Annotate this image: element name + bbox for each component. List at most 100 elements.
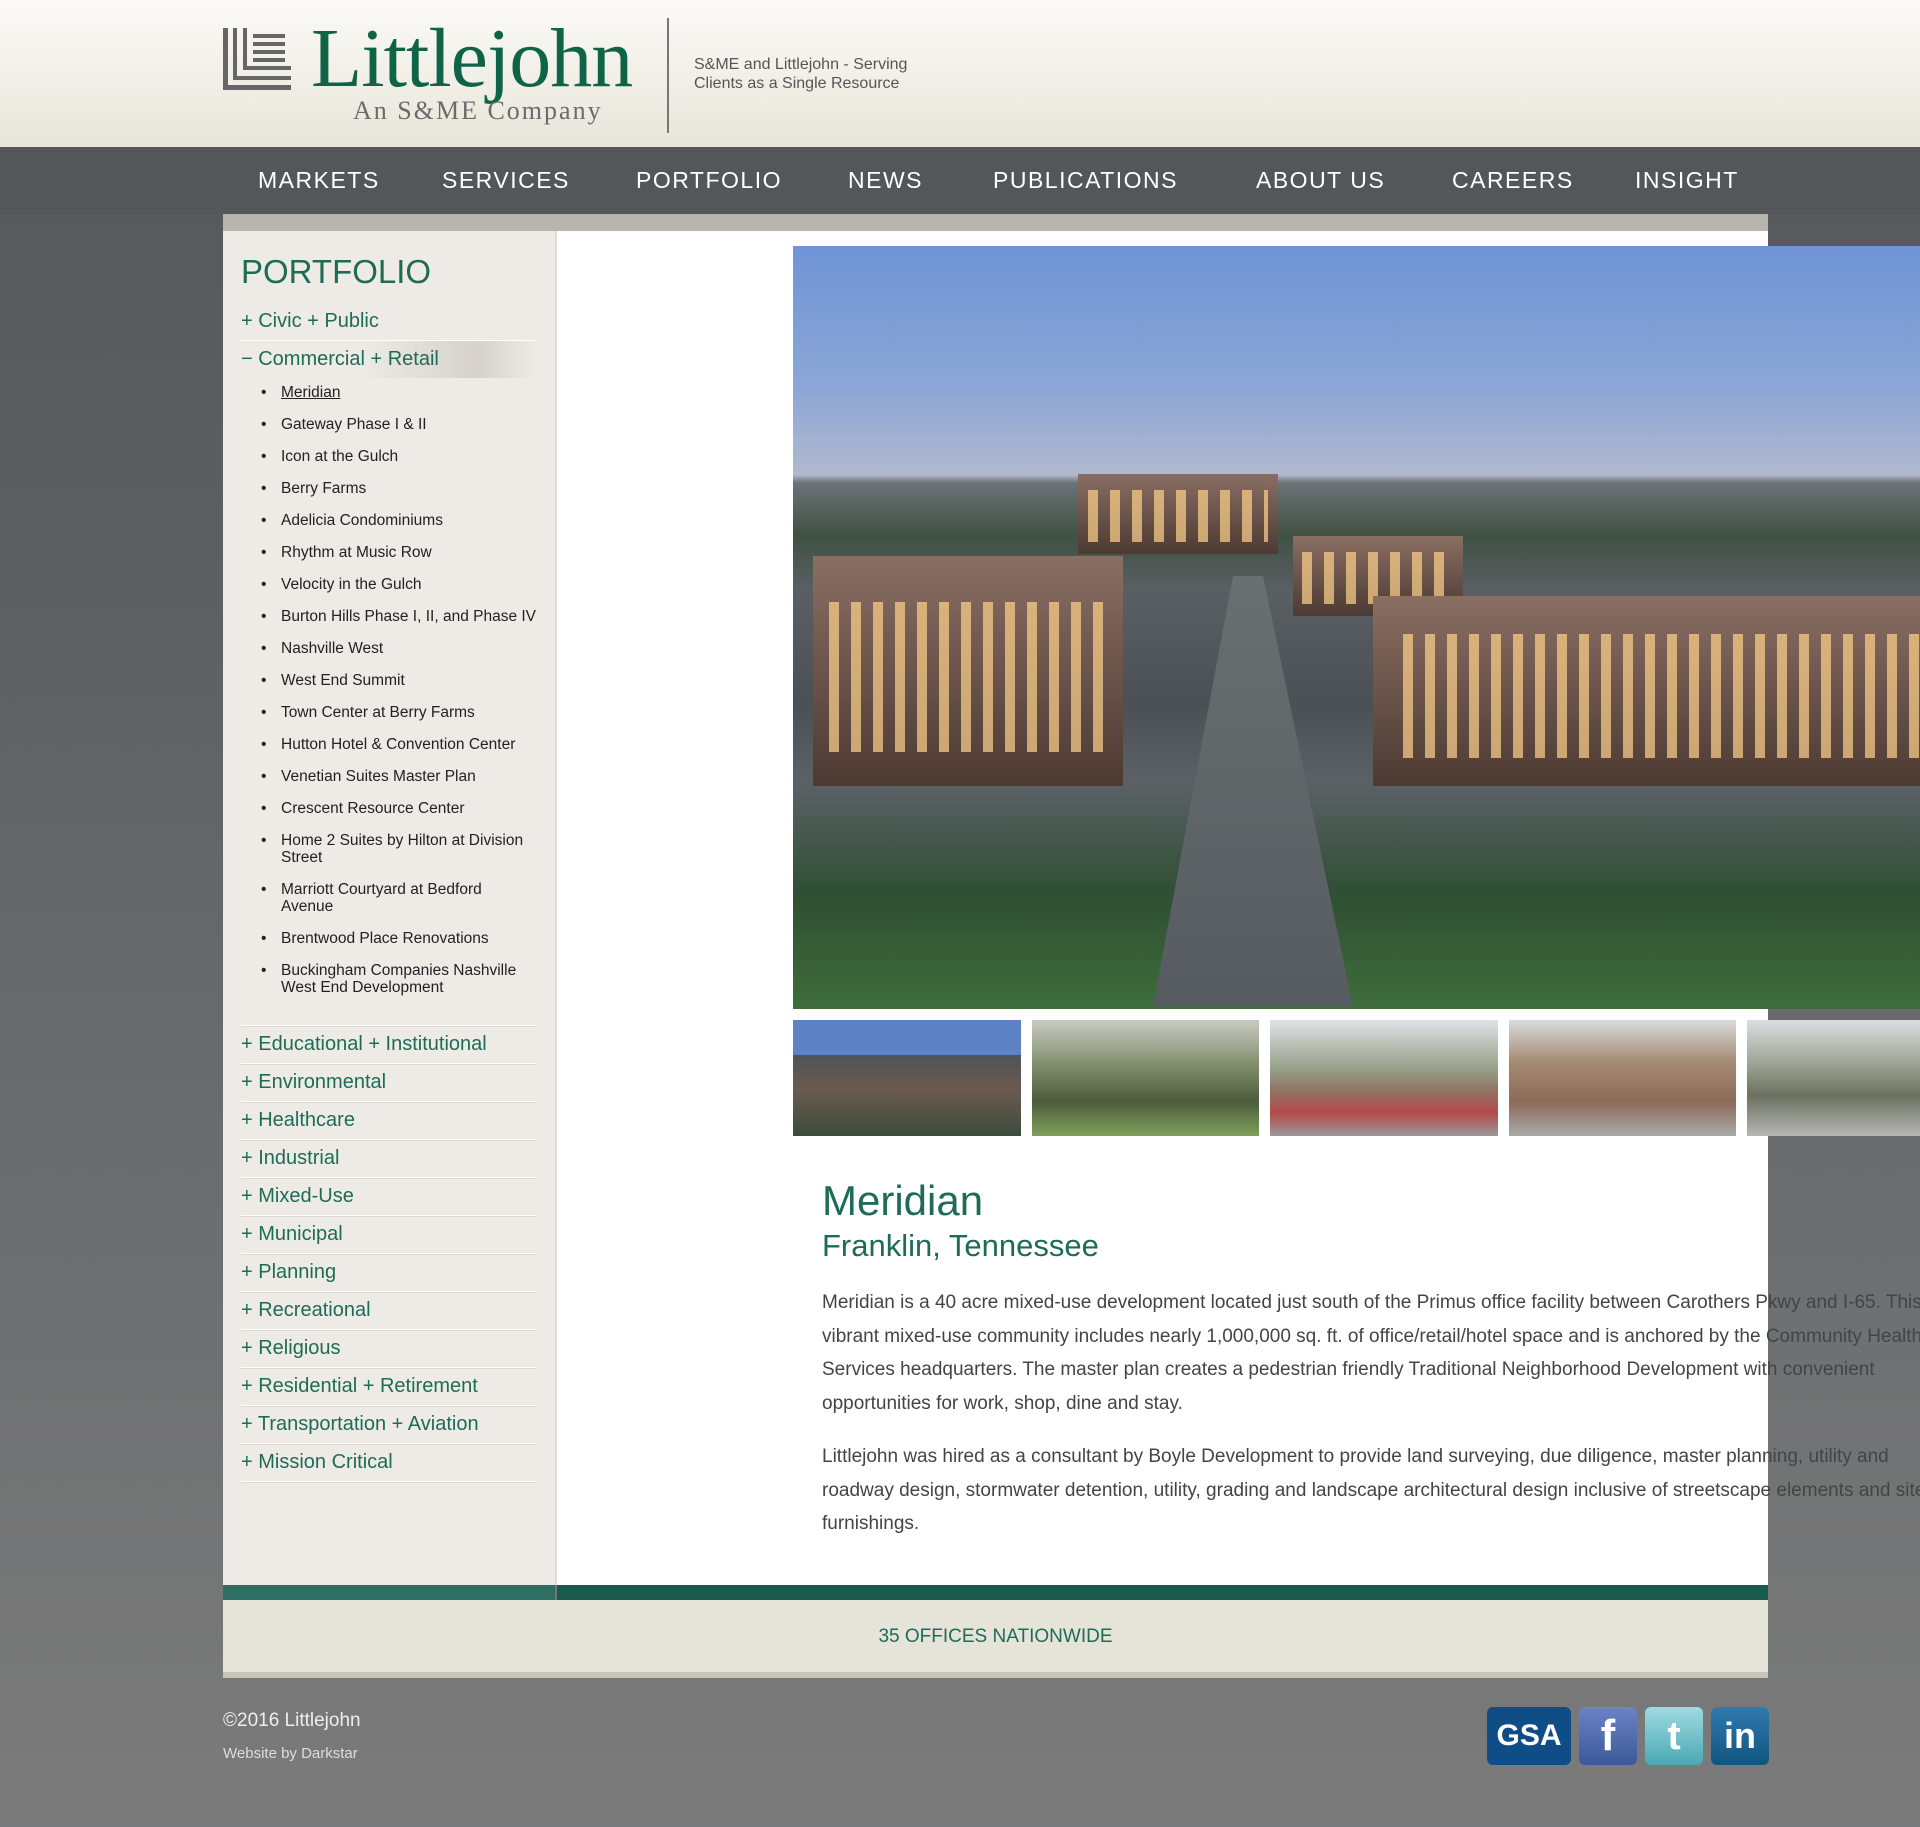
project-item: Icon at the Gulch bbox=[261, 448, 537, 465]
category-link[interactable]: + Healthcare bbox=[241, 1102, 537, 1139]
logo-mark-icon bbox=[223, 28, 291, 90]
category-link[interactable]: + Civic + Public bbox=[241, 303, 537, 340]
project-item: Buckingham Companies Nashville West End … bbox=[261, 962, 537, 996]
project-link[interactable]: Meridian bbox=[281, 384, 340, 401]
category-item: + Religious bbox=[241, 1330, 537, 1368]
project-item: Burton Hills Phase I, II, and Phase IV bbox=[261, 608, 537, 625]
category-item: − Commercial + Retail Meridian Gateway Pha… bbox=[241, 341, 537, 1026]
project-location: Franklin, Tennessee bbox=[822, 1228, 1099, 1263]
project-link[interactable]: Burton Hills Phase I, II, and Phase IV bbox=[281, 608, 536, 625]
category-item: + Civic + Public bbox=[241, 303, 537, 341]
category-link[interactable]: + Residential + Retirement bbox=[241, 1368, 537, 1405]
credit-prefix: Website by bbox=[223, 1745, 302, 1762]
category-item: + Transportation + Aviation bbox=[241, 1406, 537, 1444]
header-divider bbox=[667, 18, 669, 133]
project-link[interactable]: Home 2 Suites by Hilton at Division Stre… bbox=[281, 832, 523, 866]
nav-portfolio[interactable]: PORTFOLIO bbox=[636, 167, 782, 194]
project-link[interactable]: Icon at the Gulch bbox=[281, 448, 398, 465]
project-item: Venetian Suites Master Plan bbox=[261, 768, 537, 785]
category-item: + Recreational bbox=[241, 1292, 537, 1330]
project-item: West End Summit bbox=[261, 672, 537, 689]
main-content: Meridian Franklin, Tennessee Meridian is… bbox=[555, 231, 1920, 1585]
project-item: Velocity in the Gulch bbox=[261, 576, 537, 593]
category-link[interactable]: + Mixed-Use bbox=[241, 1178, 537, 1215]
category-link[interactable]: + Transportation + Aviation bbox=[241, 1406, 537, 1443]
category-item: + Residential + Retirement bbox=[241, 1368, 537, 1406]
nav-markets[interactable]: MARKETS bbox=[258, 167, 380, 194]
category-item: + Industrial bbox=[241, 1140, 537, 1178]
category-link[interactable]: + Environmental bbox=[241, 1064, 537, 1101]
twitter-icon[interactable]: t bbox=[1645, 1707, 1703, 1765]
project-link[interactable]: Venetian Suites Master Plan bbox=[281, 768, 476, 785]
category-link[interactable]: + Educational + Institutional bbox=[241, 1026, 537, 1063]
thumbnail[interactable] bbox=[1270, 1020, 1498, 1136]
logo[interactable]: Littlejohn An S&ME Company bbox=[223, 12, 653, 128]
category-link[interactable]: + Mission Critical bbox=[241, 1444, 537, 1481]
copyright: ©2016 Littlejohn bbox=[223, 1710, 361, 1731]
thumbnail[interactable] bbox=[1031, 1020, 1260, 1136]
category-link[interactable]: + Recreational bbox=[241, 1292, 537, 1329]
category-item: + Municipal bbox=[241, 1216, 537, 1254]
project-item: Hutton Hotel & Convention Center bbox=[261, 736, 537, 753]
footer-band: 35 OFFICES NATIONWIDE bbox=[223, 1600, 1768, 1678]
category-link[interactable]: + Industrial bbox=[241, 1140, 537, 1177]
project-link[interactable]: Nashville West bbox=[281, 640, 383, 657]
project-link[interactable]: Velocity in the Gulch bbox=[281, 576, 421, 593]
project-link[interactable]: Town Center at Berry Farms bbox=[281, 704, 475, 721]
darkstar-link[interactable]: Darkstar bbox=[301, 1745, 358, 1762]
project-link[interactable]: Adelicia Condominiums bbox=[281, 512, 443, 529]
nav-about-us[interactable]: ABOUT US bbox=[1256, 167, 1385, 194]
top-strip bbox=[223, 214, 1768, 231]
category-list: + Civic + Public− Commercial + RetailMer… bbox=[241, 303, 537, 1482]
site-credit: Website by Darkstar bbox=[223, 1745, 358, 1762]
project-item: Marriott Courtyard at Bedford Avenue bbox=[261, 881, 537, 915]
category-item: + Planning bbox=[241, 1254, 537, 1292]
nav-services[interactable]: SERVICES bbox=[442, 167, 570, 194]
project-item: Berry Farms bbox=[261, 480, 537, 497]
category-item: + Educational + Institutional bbox=[241, 1026, 537, 1064]
nav-insight[interactable]: INSIGHT bbox=[1635, 167, 1739, 194]
accent-bar bbox=[557, 1585, 1768, 1600]
linkedin-icon[interactable]: in bbox=[1711, 1707, 1769, 1765]
project-item: Crescent Resource Center bbox=[261, 800, 537, 817]
offices-link[interactable]: 35 OFFICES NATIONWIDE bbox=[223, 1626, 1768, 1648]
project-link[interactable]: West End Summit bbox=[281, 672, 405, 689]
project-link[interactable]: Buckingham Companies Nashville West End … bbox=[281, 962, 516, 996]
thumbnail[interactable] bbox=[1747, 1020, 1920, 1136]
project-item: Brentwood Place Renovations bbox=[261, 930, 537, 947]
gsa-icon[interactable]: GSA bbox=[1487, 1707, 1571, 1765]
content-container: PORTFOLIO + Civic + Public − Commercial +… bbox=[223, 214, 1920, 1684]
tagline: S&ME and Littlejohn - Serving Clients as… bbox=[694, 56, 908, 92]
category-link[interactable]: + Religious bbox=[241, 1330, 537, 1367]
sidebar-title: PORTFOLIO bbox=[241, 253, 432, 290]
project-link[interactable]: Berry Farms bbox=[281, 480, 366, 497]
project-item: Meridian bbox=[261, 384, 537, 401]
accent-bar bbox=[223, 1585, 555, 1600]
thumbnail[interactable] bbox=[793, 1020, 1021, 1136]
project-link[interactable]: Marriott Courtyard at Bedford Avenue bbox=[281, 881, 482, 915]
category-link[interactable]: + Planning bbox=[241, 1254, 537, 1291]
project-link[interactable]: Brentwood Place Renovations bbox=[281, 930, 489, 947]
project-title: Meridian bbox=[822, 1177, 984, 1224]
nav-publications[interactable]: PUBLICATIONS bbox=[993, 167, 1178, 194]
project-link[interactable]: Gateway Phase I & II bbox=[281, 416, 427, 433]
facebook-icon[interactable]: f bbox=[1579, 1707, 1637, 1765]
hero-photo[interactable] bbox=[793, 246, 1920, 1009]
category-item: + Healthcare bbox=[241, 1102, 537, 1140]
nav-careers[interactable]: CAREERS bbox=[1452, 167, 1574, 194]
project-link[interactable]: Rhythm at Music Row bbox=[281, 544, 432, 561]
category-item: + Mixed-Use bbox=[241, 1178, 537, 1216]
site-header: Littlejohn An S&ME Company S&ME and Litt… bbox=[0, 0, 1920, 147]
category-link[interactable]: + Municipal bbox=[241, 1216, 537, 1253]
project-item: Rhythm at Music Row bbox=[261, 544, 537, 561]
category-link[interactable]: − Commercial + Retail bbox=[241, 341, 537, 378]
project-description: Littlejohn was hired as a consultant by … bbox=[822, 1446, 1920, 1534]
thumbnail[interactable] bbox=[1508, 1020, 1737, 1136]
nav-news[interactable]: NEWS bbox=[848, 167, 923, 194]
logo-subtitle: An S&ME Company bbox=[353, 96, 603, 125]
project-item: Home 2 Suites by Hilton at Division Stre… bbox=[261, 832, 537, 866]
project-link[interactable]: Hutton Hotel & Convention Center bbox=[281, 736, 515, 753]
project-item: Town Center at Berry Farms bbox=[261, 704, 537, 721]
project-list: Meridian Gateway Phase I & II Icon at the … bbox=[241, 378, 537, 1025]
project-link[interactable]: Crescent Resource Center bbox=[281, 800, 465, 817]
